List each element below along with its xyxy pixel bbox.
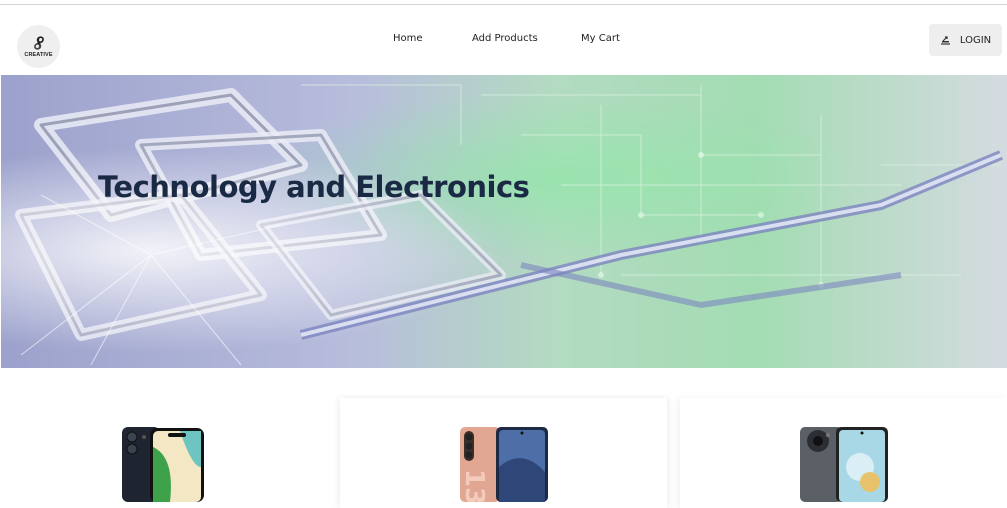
site-header: CREATIVE Home Add Products My Cart LOGIN [0, 5, 1007, 74]
login-arrow-icon [940, 35, 951, 45]
product-card[interactable] [0, 398, 326, 508]
product-card[interactable]: 13 [340, 398, 667, 508]
nav-home-link[interactable]: Home [393, 33, 423, 44]
login-button[interactable]: LOGIN [929, 24, 1002, 56]
product-card[interactable] [680, 398, 1007, 508]
pink-phone-13: 13 [459, 427, 548, 502]
main-nav: Home Add Products My Cart [0, 5, 1007, 74]
circuit-chip-graphic [1, 75, 1007, 368]
nav-add-products-link[interactable]: Add Products [472, 33, 538, 44]
iphone-dark-phone [122, 427, 204, 502]
login-label: LOGIN [959, 34, 992, 46]
nav-my-cart-link[interactable]: My Cart [581, 33, 620, 44]
product-grid: 13 [0, 368, 1007, 508]
hero-title: Technology and Electronics [98, 170, 530, 204]
gray-phone-round-camera [800, 427, 888, 502]
svg-text:13: 13 [459, 469, 489, 502]
hero-banner: Technology and Electronics [1, 75, 1007, 368]
